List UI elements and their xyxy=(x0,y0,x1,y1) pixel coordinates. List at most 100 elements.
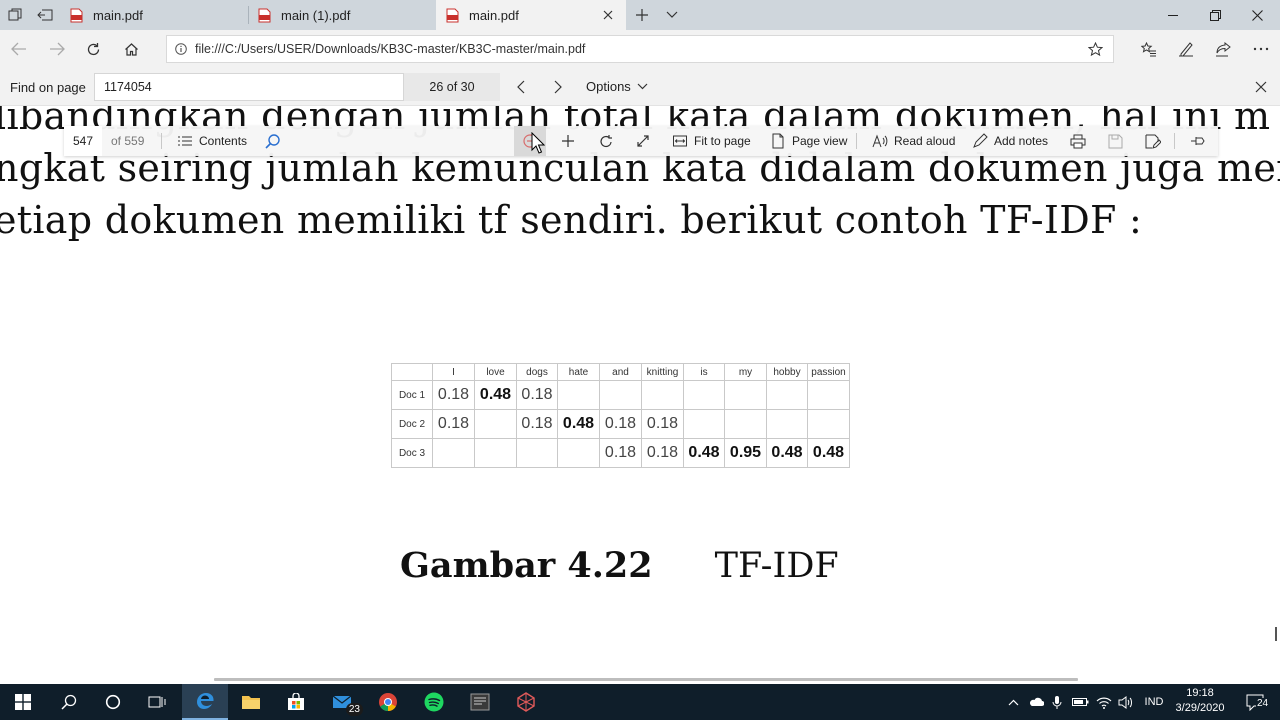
app-window-icon[interactable] xyxy=(457,684,503,720)
document-text-line: etiap dokumen memiliki tf sendiri. berik… xyxy=(0,198,1143,242)
print-button[interactable] xyxy=(1066,126,1090,156)
favorites-hub-icon[interactable] xyxy=(1134,34,1164,64)
table-cell: 0.48 xyxy=(474,380,517,410)
show-hidden-icons-chevron-icon[interactable] xyxy=(1004,684,1022,720)
table-cell: 0.18 xyxy=(516,380,558,410)
fit-to-page-button[interactable]: Fit to page xyxy=(672,126,751,156)
table-cell xyxy=(557,438,600,468)
search-button[interactable] xyxy=(264,126,281,156)
file-explorer-icon[interactable] xyxy=(228,684,274,720)
spotify-icon[interactable] xyxy=(411,684,457,720)
pin-toolbar-button[interactable] xyxy=(1186,126,1210,156)
list-icon xyxy=(178,136,192,146)
battery-icon[interactable] xyxy=(1070,684,1090,720)
rotate-button[interactable] xyxy=(590,126,622,156)
page-view-button[interactable]: Page view xyxy=(770,126,847,156)
plus-icon xyxy=(562,135,574,147)
read-aloud-button[interactable]: Read aloud xyxy=(872,126,955,156)
clock[interactable]: 19:18 3/29/2020 xyxy=(1170,686,1230,716)
back-icon[interactable] xyxy=(4,34,34,64)
onedrive-icon[interactable] xyxy=(1026,684,1046,720)
new-tab-icon[interactable] xyxy=(627,0,657,30)
language-indicator[interactable]: IND xyxy=(1140,684,1168,720)
tab-main-pdf-active[interactable]: main.pdf xyxy=(436,0,626,30)
tab-actions-icon[interactable] xyxy=(0,0,30,30)
find-options-dropdown[interactable]: Options xyxy=(586,79,648,94)
zoom-in-button[interactable] xyxy=(552,126,584,156)
pen-icon xyxy=(973,133,988,148)
close-tab-icon[interactable] xyxy=(600,7,616,23)
share-icon[interactable] xyxy=(1208,34,1238,64)
wifi-icon[interactable] xyxy=(1094,684,1114,720)
home-icon[interactable] xyxy=(116,34,146,64)
rotate-icon xyxy=(599,134,612,147)
tab-preview-chevron-icon[interactable] xyxy=(657,0,687,30)
tab-title: main (1).pdf xyxy=(281,7,351,23)
close-window-icon[interactable] xyxy=(1234,0,1280,30)
pdf-file-icon xyxy=(258,8,271,22)
web-notes-icon[interactable] xyxy=(1171,34,1201,64)
row-label: Doc 1 xyxy=(391,380,433,410)
figure-caption: Gambar 4.22 TF-IDF xyxy=(400,545,839,586)
table-cell: 0.18 xyxy=(599,438,642,468)
save-as-button[interactable] xyxy=(1141,126,1165,156)
row-label: Doc 2 xyxy=(391,409,433,439)
chrome-icon[interactable] xyxy=(365,684,411,720)
table-cell xyxy=(807,380,850,410)
page-number-input[interactable]: 547 xyxy=(64,126,102,156)
find-label: Find on page xyxy=(10,80,86,95)
save-button[interactable] xyxy=(1103,126,1127,156)
edge-browser-icon[interactable] xyxy=(182,684,228,720)
title-bar: main.pdf main (1).pdf main.pdf xyxy=(0,0,1280,30)
page-total: of 559 xyxy=(111,134,145,148)
cortana-icon[interactable] xyxy=(90,684,136,720)
horizontal-scrollbar[interactable] xyxy=(214,678,1078,681)
add-notes-button[interactable]: Add notes xyxy=(972,126,1048,156)
column-header: is xyxy=(683,363,725,381)
notification-count: 24 xyxy=(1256,698,1270,710)
full-screen-button[interactable] xyxy=(627,126,659,156)
url-text: file:///C:/Users/USER/Downloads/KB3C-mas… xyxy=(195,42,586,56)
info-icon[interactable] xyxy=(175,43,187,55)
table-row: Doc 1 0.18 0.48 0.18 xyxy=(391,380,850,410)
table-cell xyxy=(724,380,767,410)
caption-label: Gambar 4.22 xyxy=(400,545,653,586)
tab-main-1-pdf[interactable]: main (1).pdf xyxy=(248,0,436,30)
fit-to-page-label: Fit to page xyxy=(694,134,751,148)
column-header: and xyxy=(599,363,642,381)
mail-icon[interactable]: 23 xyxy=(320,684,366,720)
find-input[interactable]: 1174054 xyxy=(94,73,404,101)
windows-start-icon[interactable] xyxy=(0,684,46,720)
set-tabs-aside-icon[interactable] xyxy=(30,0,60,30)
table-cell xyxy=(766,409,808,439)
store-icon[interactable] xyxy=(273,684,319,720)
more-options-icon[interactable] xyxy=(1246,34,1276,64)
search-icon[interactable] xyxy=(46,684,92,720)
page-number: 547 xyxy=(72,134,94,148)
caption-text: TF-IDF xyxy=(714,546,839,586)
action-center-icon[interactable]: 24 xyxy=(1236,684,1276,720)
close-find-icon[interactable] xyxy=(1246,72,1276,102)
table-cell: 0.18 xyxy=(516,409,558,439)
search-icon xyxy=(265,133,280,149)
table-cell: 0.18 xyxy=(599,409,642,439)
vertical-scrollbar[interactable] xyxy=(1275,627,1277,641)
contents-button[interactable]: Contents xyxy=(177,126,247,156)
restore-icon[interactable] xyxy=(1192,0,1238,30)
pin-icon xyxy=(1191,137,1205,145)
minimize-icon[interactable] xyxy=(1150,0,1196,30)
favorite-star-icon[interactable] xyxy=(1080,34,1110,64)
next-result-icon[interactable] xyxy=(543,72,573,102)
task-view-icon[interactable] xyxy=(134,684,180,720)
column-header: hate xyxy=(557,363,600,381)
network-app-icon[interactable] xyxy=(503,684,549,720)
table-cell: 0.18 xyxy=(641,409,684,439)
refresh-icon[interactable] xyxy=(78,34,108,64)
forward-icon[interactable] xyxy=(42,34,72,64)
url-field[interactable]: file:///C:/Users/USER/Downloads/KB3C-mas… xyxy=(166,35,1114,63)
tab-main-pdf[interactable]: main.pdf xyxy=(60,0,248,30)
table-cell xyxy=(557,380,600,410)
volume-icon[interactable] xyxy=(1116,684,1136,720)
microphone-icon[interactable] xyxy=(1048,684,1066,720)
previous-result-icon[interactable] xyxy=(506,72,536,102)
